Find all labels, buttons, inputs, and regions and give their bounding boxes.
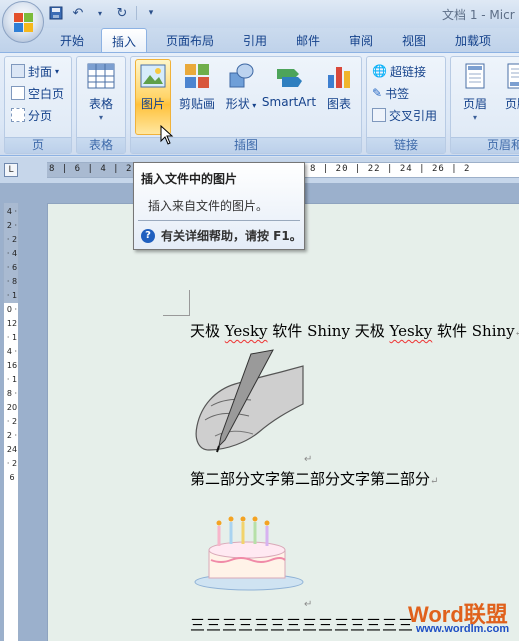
table-group-label: 表格	[77, 137, 125, 153]
title-bar: ↶ ▾ ↻ ▾ 文档 1 - Micr	[0, 0, 519, 28]
undo-icon[interactable]: ↶	[70, 5, 86, 21]
vertical-ruler-ticks: 4 · 2 · · 2 · 4 · 6 · 8 · 10 · 12 · 14 ·…	[6, 207, 18, 482]
quick-access-toolbar: ↶ ▾ ↻ ▾	[48, 5, 159, 21]
table-group: 表格 ▾ 表格	[76, 56, 126, 154]
hand-pen-image[interactable]	[191, 346, 305, 456]
text-line-2[interactable]: 第二部分文字第二部分文字第二部分↵	[190, 468, 438, 489]
paragraph-mark-2: ↵	[304, 599, 313, 610]
tooltip-help: ? 有关详细帮助，请按 F1。	[141, 227, 302, 244]
smartart-icon	[274, 61, 304, 91]
mouse-cursor	[160, 124, 174, 148]
clip-art-icon	[182, 61, 212, 91]
header-group-label: 页眉和	[451, 137, 519, 153]
chart-button[interactable]: 图表	[319, 61, 359, 112]
page-group-label: 页	[5, 137, 71, 153]
ribbon: 封面 ▾ 空白页 分页 页 表格 ▾ 表格 图片 剪贴画 形状 ▾ SmartA…	[0, 52, 519, 156]
vertical-ruler[interactable]: 4 · 2 · · 2 · 4 · 6 · 8 · 10 · 12 · 14 ·…	[3, 203, 19, 641]
document-page[interactable]: 天极 Yesky 软件 Shiny 天极 Yesky 软件 Shiny↵ ↵ 第…	[47, 203, 519, 641]
qat-separator	[136, 6, 137, 20]
cover-page-button[interactable]: 封面 ▾	[11, 61, 59, 81]
tab-page-layout[interactable]: 页面布局	[166, 32, 214, 49]
bookmark-icon: ✎	[372, 86, 383, 100]
birthday-cake-image[interactable]	[191, 516, 307, 592]
paragraph-mark-1: ↵	[304, 454, 313, 465]
picture-icon	[138, 61, 168, 91]
redo-icon[interactable]: ↻	[114, 5, 130, 21]
blank-page-button[interactable]: 空白页	[11, 83, 64, 103]
ruler-ticks-right: 8 | 20 | 22 | 24 | 26 | 2	[310, 164, 471, 174]
tab-selector-icon[interactable]: L	[4, 163, 18, 177]
links-group: 🌐 超链接 ✎ 书签 交叉引用 链接	[366, 56, 446, 154]
office-button[interactable]	[2, 1, 44, 43]
office-logo-icon	[14, 13, 34, 33]
window-title: 文档 1 - Micr	[442, 8, 515, 22]
text-line-3[interactable]: 三三三三三三三三三三三三三三	[190, 614, 414, 635]
save-icon[interactable]	[48, 5, 64, 21]
cross-reference-button[interactable]: 交叉引用	[372, 105, 437, 125]
wordlm-watermark-logo: Word联盟 www.wordlm.com	[408, 597, 516, 639]
hyperlink-icon: 🌐	[372, 64, 387, 78]
cover-page-icon	[11, 64, 25, 78]
customize-qat-icon[interactable]: ▾	[143, 5, 159, 21]
tab-references[interactable]: 引用	[243, 32, 267, 49]
header-icon	[460, 61, 490, 91]
text-line-1[interactable]: 天极 Yesky 软件 Shiny 天极 Yesky 软件 Shiny↵	[190, 320, 519, 341]
page-break-icon	[11, 108, 25, 122]
picture-button[interactable]: 图片	[133, 61, 173, 112]
tab-add-ins[interactable]: 加载项	[455, 32, 491, 49]
links-group-label: 链接	[367, 137, 445, 153]
ribbon-tabs: 开始 插入 页面布局 引用 邮件 审阅 视图 加载项	[0, 28, 519, 53]
chart-icon	[324, 61, 354, 91]
hyperlink-button[interactable]: 🌐 超链接	[372, 61, 426, 81]
picture-tooltip: 插入文件中的图片 插入来自文件的图片。 ? 有关详细帮助，请按 F1。	[133, 162, 305, 250]
header-button[interactable]: 页眉 ▾	[455, 61, 495, 122]
tooltip-divider	[138, 220, 300, 221]
watermark-url: www.wordlm.com	[416, 623, 510, 635]
tab-mailings[interactable]: 邮件	[296, 32, 320, 49]
margin-corner-mark-h	[163, 315, 189, 316]
help-icon: ?	[141, 228, 155, 243]
ruler-ticks-left: 8 | 6 | 4 | 2 |	[49, 164, 146, 174]
clip-art-button[interactable]: 剪贴画	[175, 61, 219, 112]
document-area: 4 · 2 · · 2 · 4 · 6 · 8 · 10 · 12 · 14 ·…	[0, 183, 519, 641]
tab-review[interactable]: 审阅	[349, 32, 373, 49]
footer-icon	[502, 61, 519, 91]
header-footer-group: 页眉 ▾ 页脚 页眉和	[450, 56, 519, 154]
undo-dropdown-icon[interactable]: ▾	[92, 5, 108, 21]
table-icon	[86, 61, 116, 91]
smartart-button[interactable]: SmartArt	[261, 61, 317, 109]
page-group: 封面 ▾ 空白页 分页 页	[4, 56, 72, 154]
shapes-button[interactable]: 形状 ▾	[221, 61, 261, 112]
footer-button[interactable]: 页脚	[497, 61, 519, 112]
tooltip-title: 插入文件中的图片	[141, 172, 238, 186]
cross-reference-icon	[372, 108, 386, 122]
page-break-button[interactable]: 分页	[11, 105, 52, 125]
tab-home[interactable]: 开始	[60, 32, 84, 49]
tab-insert[interactable]: 插入	[101, 28, 148, 53]
margin-corner-mark	[188, 290, 190, 316]
shapes-icon	[226, 61, 256, 91]
bookmark-button[interactable]: ✎ 书签	[372, 83, 409, 103]
table-button[interactable]: 表格 ▾	[81, 61, 121, 122]
tab-view[interactable]: 视图	[402, 32, 426, 49]
blank-page-icon	[11, 86, 25, 100]
tooltip-description: 插入来自文件的图片。	[148, 199, 269, 213]
